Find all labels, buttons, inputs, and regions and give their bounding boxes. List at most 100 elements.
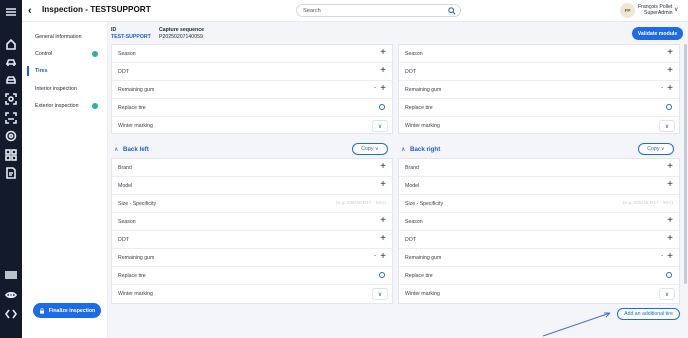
plus-icon[interactable]: + xyxy=(667,84,673,94)
field-row-brand[interactable]: Brand + xyxy=(112,159,392,177)
grid-icon[interactable] xyxy=(4,148,18,162)
back-right-header[interactable]: ∧ Back right Copy ∨ xyxy=(398,143,680,158)
size-hint: (e.g. 205/45 R17 - 94V) xyxy=(335,201,386,206)
field-row-season[interactable]: Season + xyxy=(112,213,392,231)
sidebar-item-general-information[interactable]: General information xyxy=(27,30,104,44)
search-icon[interactable] xyxy=(448,7,456,15)
field-row-remaining-gum[interactable]: Remaining gum - + xyxy=(399,81,679,99)
back-right-tire-panel: Brand + Model + Size - Specificity (e.g. 205/… xyxy=(398,158,680,304)
field-label: Remaining gum xyxy=(118,87,155,93)
field-label: Season xyxy=(118,219,136,225)
minus-icon[interactable]: - xyxy=(374,85,376,91)
target-icon[interactable] xyxy=(4,129,18,143)
minus-icon[interactable]: - xyxy=(661,253,663,259)
field-row-dot[interactable]: DOT + xyxy=(112,63,392,81)
field-row-size-specificity[interactable]: Size - Specificity (e.g. 205/45 R17 - 94V… xyxy=(399,195,679,213)
copy-button[interactable]: Copy ∨ xyxy=(352,143,388,155)
field-row-winter-marking[interactable]: Winter marking ∨ xyxy=(112,285,392,305)
finalize-inspection-button[interactable]: Finalize inspection xyxy=(33,303,101,318)
field-row-replace-tire[interactable]: Replace tire xyxy=(399,267,679,285)
field-row-brand[interactable]: Brand + xyxy=(399,159,679,177)
field-row-remaining-gum[interactable]: Remaining gum - + xyxy=(399,249,679,267)
home-icon[interactable] xyxy=(4,37,18,51)
chevron-up-icon[interactable]: ∧ xyxy=(401,146,405,153)
field-row-remaining-gum[interactable]: Remaining gum - + xyxy=(112,81,392,99)
field-row-season[interactable]: Season + xyxy=(399,45,679,63)
back-left-header[interactable]: ∧ Back left Copy ∨ xyxy=(111,143,393,158)
car-front-icon[interactable] xyxy=(4,73,18,87)
chevron-down-icon: ∨ xyxy=(374,146,379,152)
chevron-up-icon[interactable]: ∧ xyxy=(114,146,118,153)
plus-icon[interactable]: + xyxy=(667,180,673,190)
chevron-down-icon[interactable]: ∨ xyxy=(674,6,678,13)
plus-icon[interactable]: + xyxy=(380,252,386,262)
sidebar-item-label: Interior inspection xyxy=(35,86,77,92)
field-row-winter-marking[interactable]: Winter marking ∨ xyxy=(399,117,679,137)
chevron-down-icon[interactable]: ∨ xyxy=(372,120,388,132)
field-label: Size - Specificity xyxy=(405,201,444,207)
field-row-size-specificity[interactable]: Size - Specificity (e.g. 205/45 R17 - 94V… xyxy=(112,195,392,213)
field-row-winter-marking[interactable]: Winter marking ∨ xyxy=(399,285,679,305)
plus-icon[interactable]: + xyxy=(380,180,386,190)
add-additional-tire-button[interactable]: Add an additional tire xyxy=(617,308,680,320)
camera-scan-icon[interactable] xyxy=(4,92,18,106)
plus-icon[interactable]: + xyxy=(380,216,386,226)
field-row-season[interactable]: Season + xyxy=(399,213,679,231)
sidebar-item-exterior-inspection[interactable]: Exterior inspection xyxy=(27,99,104,113)
plus-icon[interactable]: + xyxy=(380,234,386,244)
scan-vehicle-icon[interactable] xyxy=(4,111,18,125)
replace-tire-radio[interactable] xyxy=(666,272,672,278)
search-box[interactable] xyxy=(296,4,461,17)
car-icon[interactable] xyxy=(4,55,18,69)
plus-icon[interactable]: + xyxy=(667,48,673,58)
plus-icon[interactable]: + xyxy=(667,216,673,226)
id-label: ID xyxy=(111,27,117,33)
plus-icon[interactable]: + xyxy=(380,66,386,76)
active-indicator xyxy=(27,66,29,76)
replace-tire-radio[interactable] xyxy=(666,104,672,110)
sidebar-item-interior-inspection[interactable]: Interior inspection xyxy=(27,82,104,96)
plus-icon[interactable]: + xyxy=(667,252,673,262)
eye-icon[interactable] xyxy=(4,288,18,302)
field-row-replace-tire[interactable]: Replace tire xyxy=(112,99,392,117)
field-row-dot[interactable]: DOT + xyxy=(112,231,392,249)
document-icon[interactable] xyxy=(4,166,18,180)
field-row-remaining-gum[interactable]: Remaining gum - + xyxy=(112,249,392,267)
replace-tire-radio[interactable] xyxy=(379,272,385,278)
sidebar-item-control[interactable]: Control xyxy=(27,47,104,61)
field-label: Model xyxy=(118,183,133,189)
chevron-down-icon[interactable]: ∨ xyxy=(659,288,675,300)
field-row-winter-marking[interactable]: Winter marking ∨ xyxy=(112,117,392,137)
chevron-down-icon[interactable]: ∨ xyxy=(372,288,388,300)
minus-icon[interactable]: - xyxy=(374,253,376,259)
id-value[interactable]: TEST-SUPPORT xyxy=(111,34,151,40)
field-row-replace-tire[interactable]: Replace tire xyxy=(399,99,679,117)
plus-icon[interactable]: + xyxy=(380,162,386,172)
code-icon[interactable] xyxy=(4,307,18,321)
plus-icon[interactable]: + xyxy=(380,84,386,94)
sidebar-item-tires[interactable]: Tires xyxy=(27,64,104,78)
field-row-replace-tire[interactable]: Replace tire xyxy=(112,267,392,285)
plus-icon[interactable]: + xyxy=(667,66,673,76)
field-row-dot[interactable]: DOT + xyxy=(399,63,679,81)
field-row-model[interactable]: Model + xyxy=(399,177,679,195)
plus-icon[interactable]: + xyxy=(380,48,386,58)
minus-icon[interactable]: - xyxy=(661,85,663,91)
field-row-model[interactable]: Model + xyxy=(112,177,392,195)
field-row-season[interactable]: Season + xyxy=(112,45,392,63)
check-icon xyxy=(92,51,98,57)
plus-icon[interactable]: + xyxy=(667,234,673,244)
search-input[interactable] xyxy=(303,8,443,14)
validate-module-button[interactable]: Validate module xyxy=(632,27,683,40)
copy-button[interactable]: Copy ∨ xyxy=(638,143,674,155)
chevron-down-icon[interactable]: ∨ xyxy=(659,120,675,132)
capture-value: P20250207140059 xyxy=(159,34,203,40)
menu-icon[interactable] xyxy=(4,5,18,19)
plus-icon[interactable]: + xyxy=(667,162,673,172)
avatar[interactable]: FP xyxy=(620,3,635,18)
back-arrow-icon[interactable]: ‹ xyxy=(28,5,38,17)
barcode-icon[interactable] xyxy=(4,268,18,282)
scrollbar[interactable] xyxy=(684,44,687,284)
replace-tire-radio[interactable] xyxy=(379,104,385,110)
field-row-dot[interactable]: DOT + xyxy=(399,231,679,249)
